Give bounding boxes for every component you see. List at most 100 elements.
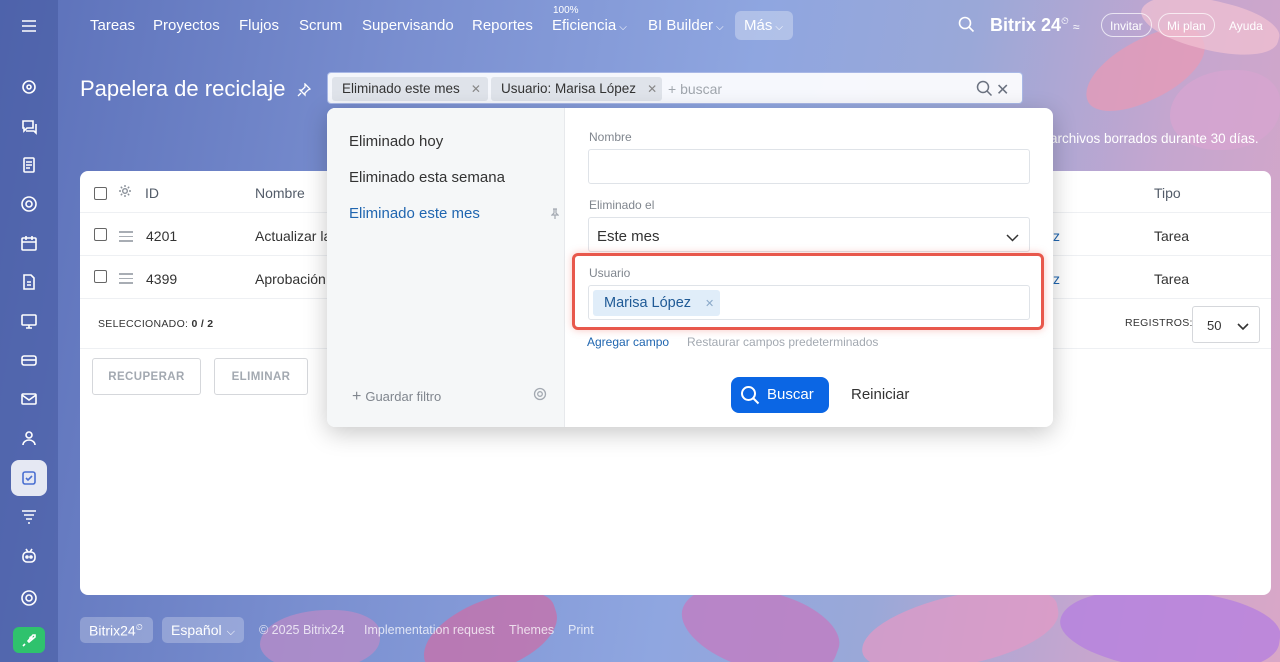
clock-icon: ⏲ bbox=[1061, 16, 1069, 27]
copilot-icon[interactable] bbox=[11, 538, 47, 574]
nav-supervisando[interactable]: Supervisando bbox=[362, 17, 454, 34]
selected-label: SELECCIONADO: bbox=[98, 318, 189, 330]
preset-deleted-week[interactable]: Eliminado esta semana bbox=[349, 169, 505, 186]
nav-eficiencia[interactable]: Eficiencia ⌵ bbox=[552, 17, 627, 34]
chat-icon[interactable] bbox=[11, 108, 47, 144]
reset-button[interactable]: Reiniciar bbox=[851, 386, 909, 403]
nav-tareas[interactable]: Tareas bbox=[90, 17, 135, 34]
nav-scrum[interactable]: Scrum bbox=[299, 17, 342, 34]
settings-icon[interactable] bbox=[11, 580, 47, 616]
gear-icon[interactable] bbox=[118, 184, 132, 203]
calendar-icon[interactable] bbox=[11, 225, 47, 261]
column-type[interactable]: Tipo bbox=[1154, 185, 1181, 201]
preset-deleted-month[interactable]: Eliminado este mes bbox=[349, 205, 480, 222]
footer-brand-label: Bitrix24 bbox=[89, 622, 136, 639]
row-name[interactable]: Actualizar la bbox=[255, 228, 331, 244]
search-icon[interactable] bbox=[958, 16, 975, 38]
row-user-link[interactable]: z bbox=[1053, 228, 1060, 244]
brand-logo[interactable]: Bitrix 24⏲ ≈ bbox=[990, 15, 1079, 36]
close-icon[interactable]: ✕ bbox=[996, 80, 1009, 100]
drag-handle-icon[interactable] bbox=[119, 273, 133, 287]
footer-themes-link[interactable]: Themes bbox=[509, 623, 554, 637]
language-select[interactable]: Español ⌵ bbox=[162, 617, 244, 643]
footer-brand[interactable]: Bitrix24⏲ bbox=[80, 617, 153, 643]
filter-funnel-icon[interactable] bbox=[11, 499, 47, 535]
user-chip-label: Marisa López bbox=[604, 295, 692, 311]
pin-icon[interactable] bbox=[297, 82, 312, 102]
user-chip[interactable]: Marisa López ✕ bbox=[593, 290, 721, 316]
pin-icon[interactable] bbox=[550, 207, 560, 225]
records-select[interactable]: 50 bbox=[1192, 306, 1260, 343]
gear-icon[interactable] bbox=[533, 387, 547, 406]
nav-bi-builder-label: BI Builder bbox=[648, 17, 714, 34]
footer-implementation-link[interactable]: Implementation request bbox=[364, 623, 495, 637]
deleted-select[interactable]: Este mes bbox=[588, 217, 1030, 252]
crm-icon[interactable] bbox=[11, 342, 47, 378]
row-checkbox[interactable] bbox=[94, 270, 107, 283]
search-button[interactable]: Buscar bbox=[731, 377, 829, 413]
select-all-checkbox[interactable] bbox=[94, 187, 107, 200]
filter-chip-user[interactable]: Usuario: Marisa López ✕ bbox=[491, 77, 662, 101]
close-icon[interactable]: ✕ bbox=[647, 82, 657, 96]
footer-copyright: © 2025 Bitrix24 bbox=[259, 623, 345, 637]
records-label: REGISTROS: bbox=[1125, 317, 1193, 329]
footer-print-link[interactable]: Print bbox=[568, 623, 594, 637]
nav-proyectos[interactable]: Proyectos bbox=[153, 17, 220, 34]
employees-icon[interactable] bbox=[11, 420, 47, 456]
user-field[interactable]: Marisa López ✕ bbox=[588, 285, 1030, 320]
save-filter-button[interactable]: + Guardar filtro bbox=[352, 388, 441, 406]
nav-mas-label: Más bbox=[744, 17, 773, 34]
row-checkbox[interactable] bbox=[94, 228, 107, 241]
mail-icon[interactable] bbox=[11, 381, 47, 417]
rocket-icon[interactable] bbox=[13, 627, 45, 653]
chevron-down-icon bbox=[1237, 319, 1249, 334]
name-field[interactable] bbox=[588, 149, 1030, 184]
deleted-field-label: Eliminado el bbox=[589, 198, 655, 212]
feed-icon[interactable] bbox=[11, 69, 47, 105]
menu-icon[interactable] bbox=[11, 8, 47, 44]
column-id[interactable]: ID bbox=[145, 185, 159, 201]
filter-presets-panel: Eliminado hoy Eliminado esta semana Elim… bbox=[327, 108, 565, 427]
nav-bi-builder[interactable]: BI Builder ⌵ bbox=[648, 17, 724, 34]
chevron-down-icon: ⌵ bbox=[226, 626, 235, 638]
documents-icon[interactable] bbox=[11, 147, 47, 183]
preset-deleted-today[interactable]: Eliminado hoy bbox=[349, 133, 443, 150]
page-title: Papelera de reciclaje bbox=[80, 76, 286, 101]
add-field-link[interactable]: Agregar campo bbox=[587, 335, 669, 349]
search-button-label: Buscar bbox=[767, 386, 814, 403]
recover-button[interactable]: RECUPERAR bbox=[92, 358, 201, 395]
plus-icon: + bbox=[352, 388, 362, 405]
delete-button[interactable]: ELIMINAR bbox=[214, 358, 308, 395]
nav-reportes[interactable]: Reportes bbox=[472, 17, 533, 34]
filter-search-input[interactable]: + buscar bbox=[668, 81, 722, 97]
info-text: archivos borrados durante 30 días. bbox=[1050, 131, 1259, 146]
brand-text: Bitrix 24 bbox=[990, 15, 1062, 35]
user-field-label: Usuario bbox=[589, 266, 631, 280]
deleted-select-value: Este mes bbox=[597, 228, 660, 245]
row-type: Tarea bbox=[1154, 228, 1190, 244]
filter-bar[interactable]: Eliminado este mes ✕ Usuario: Marisa Lópe… bbox=[327, 72, 1023, 104]
boards-icon[interactable] bbox=[11, 303, 47, 339]
nav-flujos[interactable]: Flujos bbox=[239, 17, 279, 34]
my-plan-button[interactable]: Mi plan bbox=[1158, 13, 1215, 37]
help-button[interactable]: Ayuda bbox=[1220, 13, 1272, 37]
drag-handle-icon[interactable] bbox=[119, 231, 133, 245]
column-name[interactable]: Nombre bbox=[255, 185, 305, 201]
row-user-link[interactable]: z bbox=[1053, 271, 1060, 287]
filter-chip-label: Usuario: Marisa López bbox=[501, 81, 637, 96]
nav-mas[interactable]: Más ⌵ bbox=[735, 11, 793, 40]
row-id: 4201 bbox=[146, 228, 178, 244]
chevron-down-icon bbox=[1006, 229, 1019, 247]
settings-toggle-icon[interactable]: ≈ bbox=[1073, 20, 1080, 34]
collab-icon[interactable] bbox=[11, 186, 47, 222]
selected-value: 0 / 2 bbox=[191, 318, 214, 330]
row-name[interactable]: Aprobación bbox=[255, 271, 326, 287]
search-icon[interactable] bbox=[976, 80, 993, 102]
tasks-icon[interactable] bbox=[11, 460, 47, 496]
close-icon[interactable]: ✕ bbox=[705, 298, 714, 310]
restore-fields-link[interactable]: Restaurar campos predeterminados bbox=[687, 335, 878, 349]
filter-chip-deleted[interactable]: Eliminado este mes ✕ bbox=[332, 77, 488, 101]
invite-button[interactable]: Invitar bbox=[1101, 13, 1152, 37]
disk-icon[interactable] bbox=[11, 264, 47, 300]
close-icon[interactable]: ✕ bbox=[471, 82, 481, 96]
